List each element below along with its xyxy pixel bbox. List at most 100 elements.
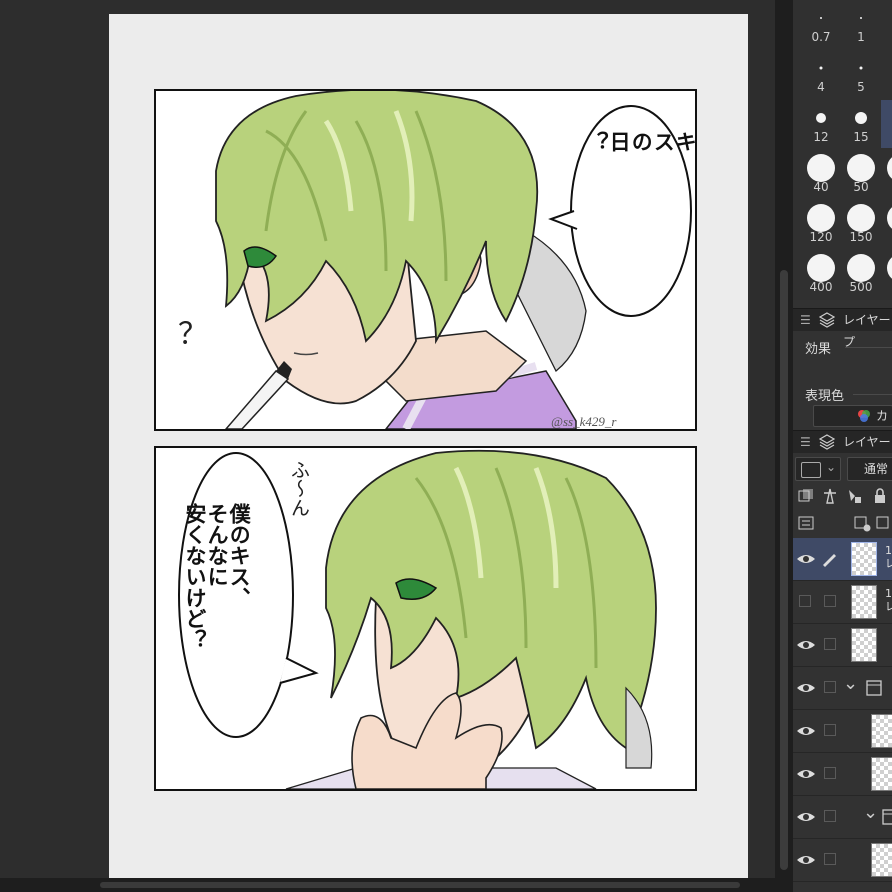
pen-icon bbox=[823, 554, 836, 567]
layer-lock-checkbox[interactable] bbox=[824, 595, 836, 607]
canvas-area[interactable]: @ss_k429_r ５ 月 23 日 は キ ス の 日 ？ ？ bbox=[0, 0, 775, 892]
chevron-down-icon: ⌄ bbox=[826, 460, 837, 474]
question-mark-sfx: ？ bbox=[178, 317, 208, 352]
layer-lock-checkbox[interactable] bbox=[824, 681, 836, 693]
eye-icon[interactable] bbox=[796, 810, 816, 824]
brush-size-label: 50 bbox=[853, 180, 869, 194]
folder-icon bbox=[866, 680, 882, 696]
brush-size-preview bbox=[847, 254, 875, 282]
brush-size-preview bbox=[855, 112, 867, 124]
vertical-scroll-thumb[interactable] bbox=[780, 270, 788, 870]
layers-icon bbox=[819, 434, 835, 450]
brush-size-label: 12 bbox=[813, 130, 829, 144]
brush-size-label: 1 bbox=[881, 30, 892, 44]
brush-size-cell[interactable] bbox=[881, 50, 892, 98]
layer-row[interactable] bbox=[793, 624, 892, 667]
brush-size-preview bbox=[887, 254, 892, 282]
layer-list: 1 レ 1 レ ⌄ ⌄ bbox=[793, 538, 892, 892]
chevron-down-icon[interactable]: ⌄ bbox=[843, 673, 858, 694]
brush-size-preview bbox=[847, 154, 875, 182]
brush-size-cell[interactable]: 400 bbox=[801, 250, 841, 298]
layer-name: 1 レ bbox=[885, 587, 892, 613]
new-layer-icon[interactable] bbox=[853, 514, 871, 532]
lighthouse-icon[interactable] bbox=[821, 487, 839, 505]
brush-size-cell[interactable]: 6 bbox=[881, 250, 892, 298]
brush-size-label: 150 bbox=[849, 230, 873, 244]
eye-icon[interactable] bbox=[796, 767, 816, 781]
layer-thumbnail bbox=[851, 585, 877, 619]
layer-palette-header[interactable]: ☰ レイヤー bbox=[793, 430, 892, 453]
brush-size-cell[interactable]: 0.7 bbox=[801, 0, 841, 48]
brush-size-preview bbox=[859, 66, 863, 70]
brush-size-label: 1 bbox=[857, 30, 865, 44]
brush-size-label: 400 bbox=[809, 280, 833, 294]
brush-size-preview bbox=[887, 154, 892, 182]
menu-icon[interactable]: ☰ bbox=[800, 431, 811, 453]
brush-size-label: 500 bbox=[849, 280, 873, 294]
eye-icon[interactable] bbox=[796, 681, 816, 695]
brush-size-label: 15 bbox=[853, 130, 869, 144]
menu-icon[interactable]: ☰ bbox=[800, 309, 811, 331]
expression-color-divider bbox=[853, 394, 892, 395]
brush-size-cell[interactable]: 1 bbox=[881, 0, 892, 48]
layer-row[interactable] bbox=[793, 839, 892, 882]
brush-size-cell[interactable]: 150 bbox=[841, 200, 881, 248]
layer-list-icon[interactable] bbox=[797, 514, 815, 532]
brush-size-label: 40 bbox=[813, 180, 829, 194]
layer-thumbnail bbox=[871, 843, 892, 877]
lock-transparent-icon[interactable] bbox=[845, 487, 863, 505]
brush-size-cell[interactable]: 50 bbox=[841, 150, 881, 198]
layer-row[interactable] bbox=[793, 710, 892, 753]
layer-property-header[interactable]: ☰ レイヤープ bbox=[793, 308, 892, 349]
layer-lock-checkbox[interactable] bbox=[824, 767, 836, 779]
brush-size-cell[interactable]: 15 bbox=[841, 100, 881, 148]
visibility-toggle[interactable] bbox=[799, 595, 811, 607]
blend-mode-select[interactable]: 通常 bbox=[847, 457, 892, 481]
brush-size-label: 4 bbox=[817, 80, 825, 94]
vertical-scrollbar[interactable] bbox=[775, 0, 793, 892]
brush-size-preview bbox=[847, 204, 875, 232]
layer-color-dropdown[interactable]: ⌄ bbox=[795, 457, 841, 481]
blend-mode-value: 通常 bbox=[864, 462, 889, 476]
expression-color-button[interactable]: カ bbox=[813, 405, 892, 427]
layers-icon bbox=[819, 312, 835, 328]
layer-lock-checkbox[interactable] bbox=[824, 638, 836, 650]
horizontal-scrollbar[interactable] bbox=[0, 878, 775, 892]
layer-row[interactable] bbox=[793, 753, 892, 796]
new-vector-layer-icon[interactable] bbox=[875, 514, 892, 532]
layer-row[interactable]: ⌄ bbox=[793, 667, 892, 710]
eye-icon[interactable] bbox=[796, 724, 816, 738]
brush-size-cell[interactable]: 4 bbox=[801, 50, 841, 98]
manga-page[interactable]: @ss_k429_r ５ 月 23 日 は キ ス の 日 ？ ？ bbox=[109, 14, 748, 878]
comic-panel-2[interactable]: 僕のキス、 そんなに 安くないけど？ ふ〜ん bbox=[154, 446, 697, 791]
brush-size-cell[interactable] bbox=[881, 100, 892, 148]
eye-icon[interactable] bbox=[796, 552, 816, 566]
layer-row[interactable]: 1 レ bbox=[793, 538, 892, 581]
layer-row[interactable]: 1 レ bbox=[793, 581, 892, 624]
brush-size-cell[interactable]: 500 bbox=[841, 250, 881, 298]
lock-icon[interactable] bbox=[871, 487, 889, 505]
brush-size-cell[interactable]: 120 bbox=[801, 200, 841, 248]
horizontal-scroll-thumb[interactable] bbox=[100, 882, 740, 888]
comic-panel-1[interactable]: @ss_k429_r ５ 月 23 日 は キ ス の 日 ？ ？ bbox=[154, 89, 697, 431]
effect-label: 効果 bbox=[805, 342, 832, 357]
layer-lock-checkbox[interactable] bbox=[824, 810, 836, 822]
brush-size-label: 6 bbox=[881, 180, 892, 194]
layer-row[interactable]: ⌄ bbox=[793, 796, 892, 839]
brush-size-preview bbox=[807, 154, 835, 182]
layer-lock-checkbox[interactable] bbox=[824, 853, 836, 865]
brush-size-cell[interactable]: 1 bbox=[841, 0, 881, 48]
brush-size-cell[interactable]: 40 bbox=[801, 150, 841, 198]
brush-size-palette: 0.7 1 1 4 5 12 15 40 50 6 120 150 1 400 500 6 bbox=[793, 0, 892, 300]
chevron-down-icon[interactable]: ⌄ bbox=[863, 802, 878, 823]
brush-size-cell[interactable]: 12 bbox=[801, 100, 841, 148]
brush-size-cell[interactable]: 5 bbox=[841, 50, 881, 98]
folder-icon bbox=[882, 809, 892, 825]
brush-size-cell[interactable]: 1 bbox=[881, 200, 892, 248]
reference-layer-icon[interactable] bbox=[797, 487, 815, 505]
brush-size-cell[interactable]: 6 bbox=[881, 150, 892, 198]
layer-palette-title: レイヤー bbox=[843, 435, 891, 449]
eye-icon[interactable] bbox=[796, 638, 816, 652]
layer-lock-checkbox[interactable] bbox=[824, 724, 836, 736]
eye-icon[interactable] bbox=[796, 853, 816, 867]
